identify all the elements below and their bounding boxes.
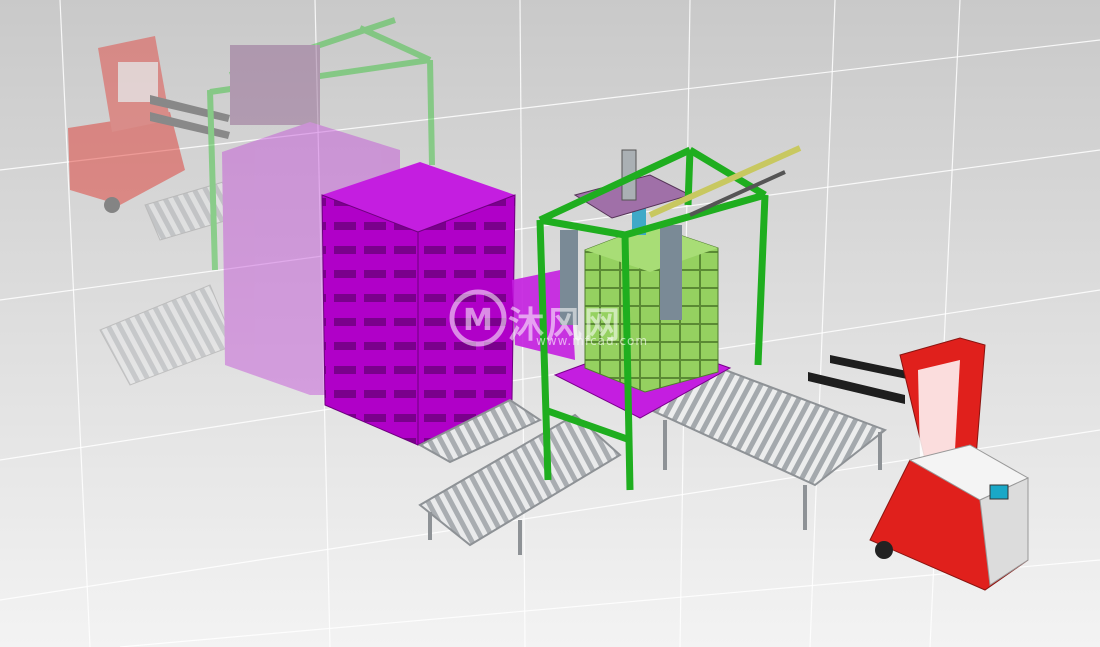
svg-text:M: M — [463, 303, 493, 338]
faded-gripper — [230, 45, 320, 125]
watermark-url: www.mfcad.com — [536, 334, 649, 348]
